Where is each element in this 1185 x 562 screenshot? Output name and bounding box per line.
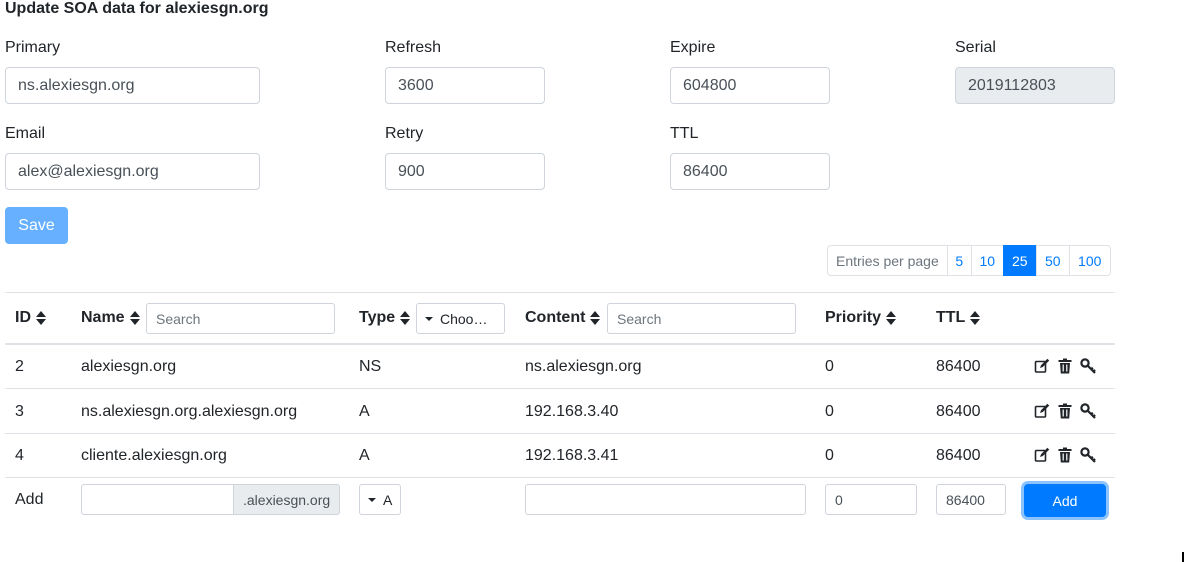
edit-icon[interactable] [1034,447,1050,463]
col-header-ttl[interactable]: TTL [936,308,981,328]
key-icon[interactable] [1080,358,1096,374]
col-header-priority[interactable]: Priority [825,308,897,328]
key-icon[interactable] [1080,403,1096,419]
refresh-input[interactable]: 3600 [385,67,545,104]
page-size-100[interactable]: 100 [1068,245,1111,276]
ttl-input[interactable]: 86400 [670,153,830,190]
add-name-suffix: .alexiesgn.org [234,484,340,515]
entries-per-page-label: Entries per page [827,245,948,276]
cell-content: 192.168.3.40 [525,403,619,420]
col-header-id-label: ID [15,309,31,326]
add-record-button[interactable]: Add [1024,484,1106,517]
col-header-name[interactable]: Name [81,308,140,328]
cell-id: 4 [15,447,24,464]
trash-icon[interactable] [1058,447,1072,463]
primary-value: ns.alexiesgn.org [18,77,135,94]
row-divider [5,388,1115,389]
retry-input[interactable]: 900 [385,153,545,190]
retry-value: 900 [398,163,425,180]
add-content-input[interactable] [525,484,806,515]
cell-type: NS [359,358,382,375]
primary-label: Primary [5,39,61,56]
retry-label: Retry [385,125,424,142]
sort-icon [886,311,897,325]
serial-value: 2019112803 [968,77,1056,94]
cell-type: A [359,403,370,420]
trash-icon[interactable] [1058,358,1072,374]
ttl-value: 86400 [683,163,728,180]
cell-type: A [359,447,370,464]
cell-ttl: 86400 [936,447,981,464]
cell-id: 2 [15,358,24,375]
add-row-label: Add [15,491,44,508]
expire-input[interactable]: 604800 [670,67,830,104]
sort-icon [400,311,411,325]
caret-down-icon [368,497,376,502]
type-filter-dropdown[interactable]: Choo… [416,303,505,334]
row-actions [1034,447,1096,463]
email-label: Email [5,125,46,142]
row-divider [5,477,1115,478]
table-header-border [5,343,1115,345]
name-search-input[interactable]: Search [146,303,335,334]
add-type-value: A [383,491,393,508]
row-actions [1034,403,1096,419]
type-filter-label: Choo… [440,310,488,327]
page-title: Update SOA data for alexiesgn.org [5,0,269,17]
sort-icon [36,311,46,325]
serial-input: 2019112803 [955,67,1115,104]
sort-icon [970,311,981,325]
cell-priority: 0 [825,447,834,464]
ttl-label: TTL [670,125,699,142]
key-icon[interactable] [1080,447,1096,463]
cell-id: 3 [15,403,24,420]
row-divider [5,433,1115,434]
add-priority-input[interactable]: 0 [825,484,917,515]
page-size-10[interactable]: 10 [970,245,1004,276]
email-input[interactable]: alex@alexiesgn.org [5,153,260,190]
add-ttl-input[interactable]: 86400 [936,484,1006,515]
page-size-25[interactable]: 25 [1002,245,1037,276]
primary-input[interactable]: ns.alexiesgn.org [5,67,260,104]
caret-down-icon [425,316,433,321]
col-header-priority-label: Priority [825,309,882,326]
page-size-50[interactable]: 50 [1035,245,1070,276]
sort-icon [129,311,140,325]
cell-priority: 0 [825,358,834,375]
edit-icon[interactable] [1034,403,1050,419]
cell-ttl: 86400 [936,403,981,420]
edit-icon[interactable] [1034,358,1050,374]
cell-content: ns.alexiesgn.org [525,358,642,375]
refresh-label: Refresh [385,39,442,56]
email-value: alex@alexiesgn.org [18,163,159,180]
content-search-input[interactable]: Search [607,303,796,334]
refresh-value: 3600 [398,77,434,94]
cell-content: 192.168.3.41 [525,447,619,464]
cell-name: alexiesgn.org [81,358,177,375]
trash-icon[interactable] [1058,403,1072,419]
add-type-dropdown[interactable]: A [359,484,401,515]
col-header-name-label: Name [81,309,125,326]
sort-icon [590,311,601,325]
save-button[interactable]: Save [5,207,68,244]
cell-name: cliente.alexiesgn.org [81,447,227,464]
cell-ttl: 86400 [936,358,981,375]
page-size-5[interactable]: 5 [946,245,972,276]
col-header-type[interactable]: Type [359,308,411,328]
entries-per-page: Entries per page 5 10 25 50 100 [827,245,1111,276]
expire-value: 604800 [683,77,737,94]
cell-name: ns.alexiesgn.org.alexiesgn.org [81,403,298,420]
expire-label: Expire [670,39,716,56]
col-header-content-label: Content [525,309,586,326]
table-top-border [5,292,1115,293]
col-header-id[interactable]: ID [15,308,46,328]
col-header-content[interactable]: Content [525,308,601,328]
serial-label: Serial [955,39,996,56]
col-header-type-label: Type [359,309,396,326]
row-actions [1034,358,1096,374]
cell-priority: 0 [825,403,834,420]
col-header-ttl-label: TTL [936,309,966,326]
add-name-input[interactable] [81,484,234,515]
